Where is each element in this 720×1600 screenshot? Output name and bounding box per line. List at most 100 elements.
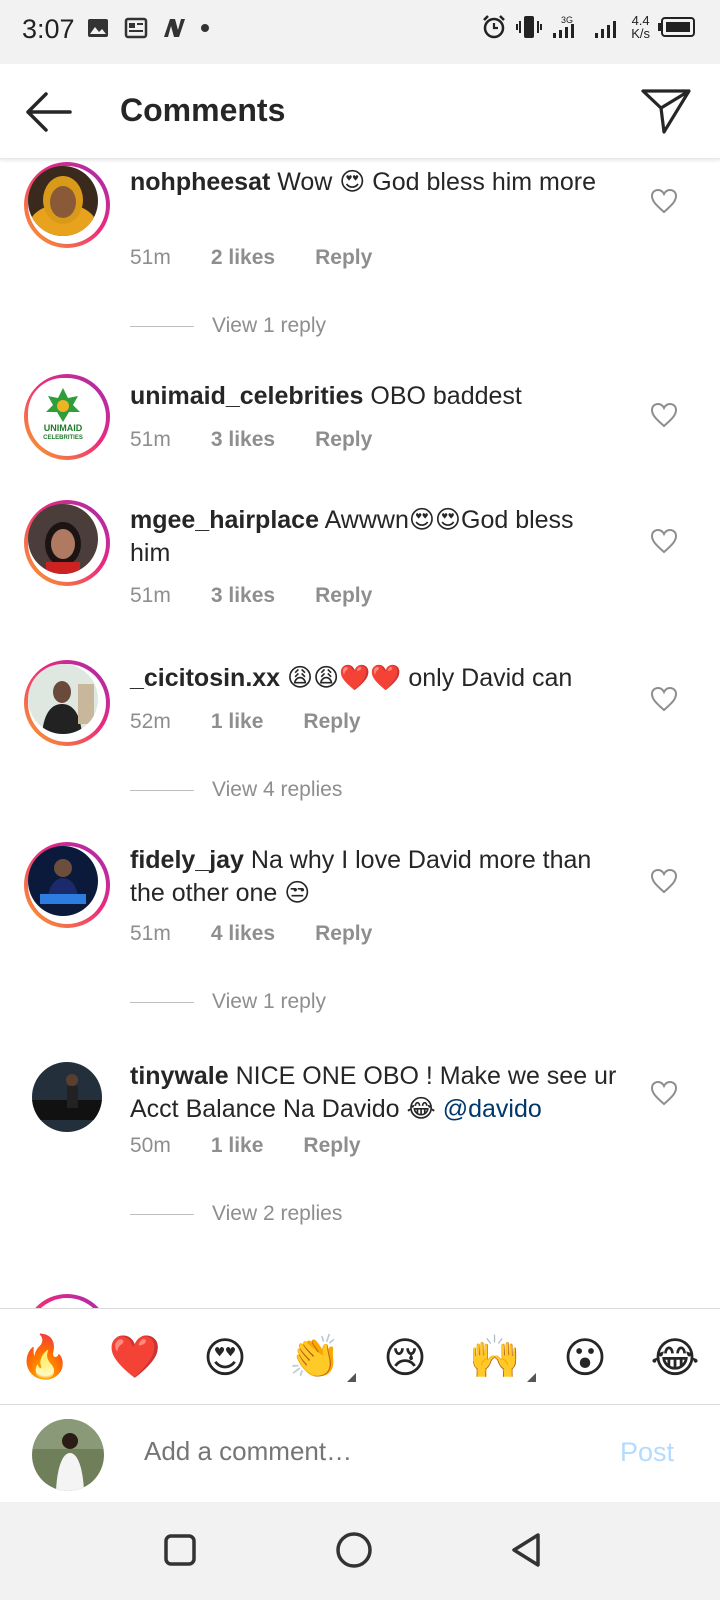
comment-time: 52m [130,710,171,733]
comment-meta: 51m 3 likes Reply [130,428,372,452]
likes-count[interactable]: 1 like [211,1134,264,1158]
recents-square-icon[interactable] [160,1530,200,1570]
post-button[interactable]: Post [620,1437,674,1468]
likes-count[interactable]: 1 like [211,710,264,734]
emoji-laughing-button[interactable]: 😂 [640,1333,710,1382]
comment-text: mgee_hairplace Awwwn😍😍God bless him [130,504,620,570]
comment-body: 😩😩❤️❤️ only David can [287,664,573,692]
view-replies-button[interactable]: View 1 reply [130,990,326,1014]
avatar[interactable] [24,842,110,928]
signal-icon [595,21,617,38]
comment-time: 51m [130,246,171,269]
reply-button[interactable]: Reply [303,710,360,734]
avatar[interactable]: UNIMAID CELEBRITIES [24,374,110,460]
comment-text: fidely_jay Na why I love David more than… [130,844,620,910]
svg-text:UNIMAID: UNIMAID [44,423,83,433]
emoji-surprised-button[interactable]: 😮 [550,1333,620,1382]
likes-count[interactable]: 2 likes [211,246,275,270]
news-icon [124,17,148,39]
mention-link[interactable]: @davido [443,1095,542,1123]
view-replies-button[interactable]: View 1 reply [130,314,326,338]
divider [130,1213,194,1215]
divider [130,789,194,791]
comment-time: 51m [130,428,171,451]
likes-count[interactable]: 3 likes [211,428,275,452]
my-avatar [32,1419,104,1491]
heart-icon[interactable] [650,528,678,554]
likes-count[interactable]: 4 likes [211,922,275,946]
comment-username[interactable]: fidely_jay [130,846,244,874]
comment-text: tinywale NICE ONE OBO ! Make we see ur A… [130,1060,620,1126]
view-replies-button[interactable]: View 4 replies [130,778,342,802]
network-speed: 4.4 K/s [631,13,650,41]
reply-button[interactable]: Reply [315,246,372,270]
comment-meta: 50m 1 like Reply [130,1134,361,1158]
quick-emoji-bar: 🔥 ❤️ 😍 👏 😢 🙌 😮 😂 [0,1308,720,1405]
reply-button[interactable]: Reply [315,922,372,946]
comment-text: nohpheesat Wow 😍 God bless him more [130,166,620,199]
back-triangle-icon[interactable] [506,1530,546,1570]
view-replies-button[interactable]: View 2 replies [130,1202,342,1226]
skin-tone-indicator [527,1372,536,1382]
system-icons: 3G 4.4 K/s [481,14,696,40]
comment-time: 51m [130,584,171,607]
system-nav-bar [0,1502,720,1600]
skin-tone-indicator [347,1372,356,1382]
comment-username[interactable]: _cicitosin.xx [130,664,280,692]
avatar[interactable] [24,1294,110,1308]
heart-icon[interactable] [650,1080,678,1106]
app-n-icon [164,19,185,37]
heart-icon[interactable] [650,686,678,712]
paper-plane-icon[interactable] [640,86,692,136]
avatar[interactable] [24,162,110,248]
comment-time: 50m [130,1134,171,1157]
svg-text:CELEBRITIES: CELEBRITIES [43,435,83,441]
avatar-photo [32,1062,102,1132]
comment-meta: 51m 4 likes Reply [130,922,372,946]
comment-username[interactable]: tinywale [130,1062,229,1090]
avatar[interactable] [24,660,110,746]
dot-icon [201,24,209,32]
heart-icon[interactable] [650,402,678,428]
avatar-photo [28,846,98,916]
comment-body: Wow 😍 God bless him more [277,168,596,196]
comment-input[interactable] [142,1435,586,1468]
comment-username[interactable]: unimaid_celebrities [130,382,363,410]
add-comment-bar: Post [0,1404,720,1503]
comment-meta: 51m 3 likes Reply [130,584,372,608]
comment-meta: 52m 1 like Reply [130,710,361,734]
comment-username[interactable]: mgee_hairplace [130,506,319,534]
emoji-crying-button[interactable]: 😢 [370,1333,440,1382]
comments-header: Comments [0,64,720,159]
page-title: Comments [120,92,286,128]
comment-text: unimaid_celebrities OBO baddest [130,380,620,413]
comment-username[interactable]: nohpheesat [130,168,270,196]
heart-icon[interactable] [650,188,678,214]
avatar[interactable] [24,500,110,586]
comment-list[interactable]: nohpheesat Wow 😍 God bless him more 51m … [0,158,720,1308]
signal-3g-icon: 3G [553,15,575,38]
arrow-left-icon[interactable] [22,88,74,136]
battery-icon [658,17,695,37]
emoji-clap-button[interactable]: 👏 [280,1333,356,1382]
reply-button[interactable]: Reply [303,1134,360,1158]
divider [130,325,194,327]
home-circle-icon[interactable] [334,1530,374,1570]
alarm-icon [483,15,506,39]
gallery-icon [88,19,108,37]
svg-text:3G: 3G [561,15,573,25]
likes-count[interactable]: 3 likes [211,584,275,608]
reply-button[interactable]: Reply [315,584,372,608]
vibrate-icon [516,16,543,38]
avatar-photo: UNIMAID CELEBRITIES [28,378,98,448]
comment-body: OBO baddest [370,382,522,410]
reply-button[interactable]: Reply [315,428,372,452]
emoji-heart-eyes-button[interactable]: 😍 [190,1333,260,1382]
emoji-heart-button[interactable]: ❤️ [100,1333,170,1382]
heart-icon[interactable] [650,868,678,894]
notification-icons [86,16,210,40]
divider [130,1001,194,1003]
emoji-raised-hands-button[interactable]: 🙌 [460,1333,536,1382]
emoji-fire-button[interactable]: 🔥 [10,1333,80,1382]
avatar[interactable] [24,1058,110,1144]
